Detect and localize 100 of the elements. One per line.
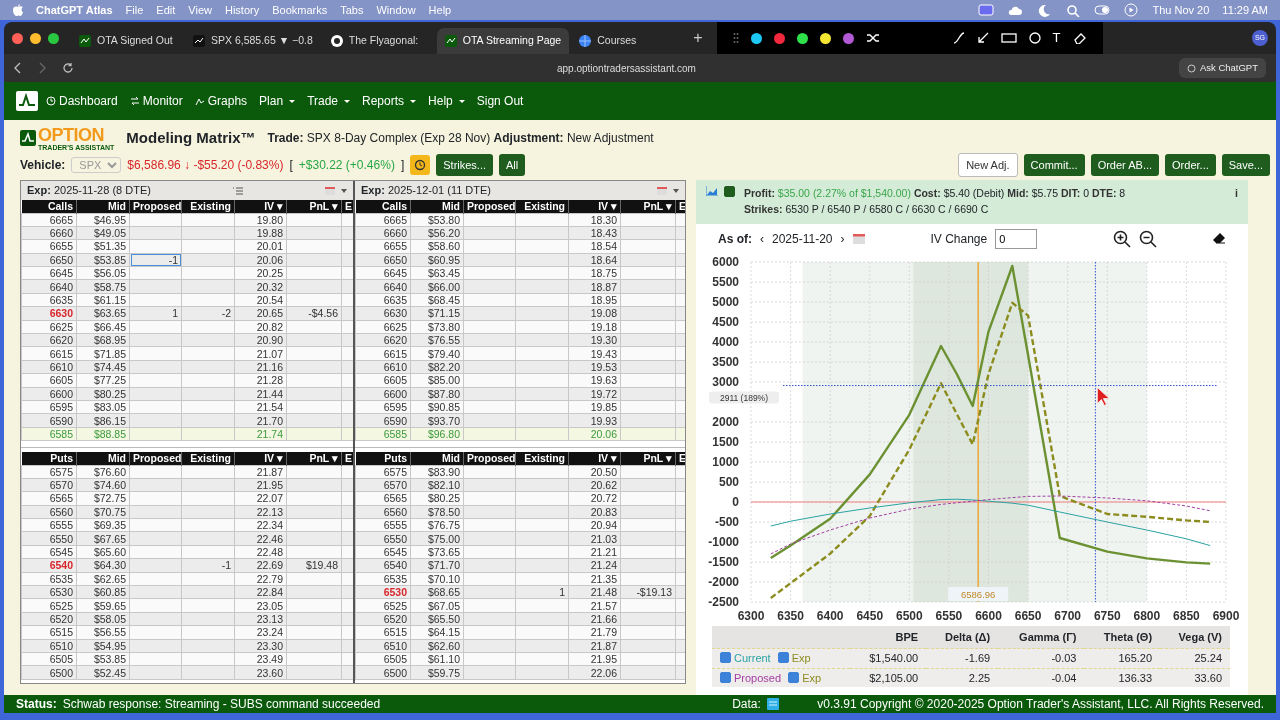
browser-tab[interactable]: The Flyagonal: [322, 28, 435, 54]
text-tool-button[interactable]: T [1052, 28, 1061, 48]
calendar-icon[interactable] [325, 186, 335, 195]
eraser-icon[interactable] [1212, 232, 1226, 245]
action-button[interactable]: New Adj. [958, 152, 1018, 178]
new-tab-button[interactable]: + [685, 26, 711, 50]
refresh-button[interactable] [410, 155, 431, 175]
table-cell[interactable] [463, 465, 516, 479]
checkbox[interactable] [724, 186, 735, 197]
ask-button[interactable]: Ask ChatGPT [1178, 57, 1266, 79]
column-header[interactable]: IV ▾ [568, 452, 621, 465]
column-header[interactable]: Mid [410, 200, 464, 213]
list-icon[interactable] [232, 186, 243, 195]
nav-link[interactable]: Dashboard [42, 89, 122, 113]
browser-tab[interactable]: OTA Streaming Page [436, 28, 570, 54]
nav-link[interactable]: Trade [303, 89, 355, 113]
column-header[interactable]: Mid [410, 452, 464, 465]
column-header[interactable]: PnL ▾ [620, 452, 676, 465]
action-button[interactable]: Commit... [1023, 153, 1085, 177]
column-header[interactable]: Existing [181, 452, 235, 465]
back-icon[interactable] [14, 62, 22, 74]
checkbox[interactable] [720, 671, 731, 683]
color-swatch[interactable] [773, 32, 785, 44]
zoom-out-icon[interactable] [1139, 229, 1158, 248]
column-header[interactable]: PnL ▾ [620, 200, 676, 213]
column-header[interactable]: IV ▾ [568, 200, 621, 213]
moon-icon[interactable] [1036, 3, 1053, 17]
checkbox[interactable] [788, 671, 800, 683]
nav-link[interactable]: Plan [255, 89, 300, 113]
toolbar-button[interactable]: Strikes... [436, 153, 494, 177]
window-control[interactable] [30, 32, 41, 44]
action-button[interactable]: Save... [1221, 153, 1270, 177]
column-header[interactable]: PnL ▾ [286, 452, 342, 465]
browser-tab[interactable]: SPX 6,585.65 ▼ −0.8 [185, 28, 321, 54]
column-header[interactable]: Mid [76, 200, 130, 213]
table-cell[interactable] [129, 213, 182, 227]
color-swatch[interactable] [750, 32, 762, 44]
column-header[interactable]: Calls [355, 200, 411, 213]
iv-change-field[interactable]: 0 [995, 228, 1038, 249]
line-icon[interactable] [952, 32, 965, 44]
zoom-in-icon[interactable] [1113, 229, 1132, 248]
column-header[interactable]: Proposed [129, 452, 182, 465]
toolbar-button[interactable]: All [499, 153, 526, 177]
nav-link[interactable]: Reports [358, 89, 421, 113]
column-header[interactable]: Proposed [129, 200, 182, 213]
column-header[interactable]: Existing [515, 452, 569, 465]
window-control[interactable] [48, 32, 59, 44]
color-swatch[interactable] [842, 32, 854, 44]
nav-link[interactable]: Help [424, 89, 469, 113]
table-cell[interactable] [181, 213, 235, 227]
color-swatch[interactable] [819, 32, 831, 44]
toggle-icon[interactable] [1094, 3, 1111, 17]
table-cell[interactable] [515, 213, 569, 227]
caret-icon[interactable] [673, 188, 679, 193]
window-control[interactable] [12, 32, 23, 44]
table-cell[interactable] [129, 465, 182, 479]
reload-icon[interactable] [62, 62, 74, 74]
table-cell[interactable] [515, 465, 569, 479]
arrow-icon[interactable] [976, 32, 989, 44]
play-icon[interactable] [1123, 3, 1140, 17]
nav-link[interactable]: Sign Out [472, 89, 528, 113]
color-swatch[interactable] [796, 32, 808, 44]
column-header[interactable]: Proposed [463, 200, 516, 213]
screen-icon[interactable] [978, 3, 995, 17]
column-header[interactable]: Mid [76, 452, 130, 465]
chart-icon[interactable] [706, 186, 718, 196]
circle-icon[interactable] [1028, 32, 1041, 44]
column-header[interactable]: IV ▾ [234, 200, 287, 213]
eraser-icon[interactable] [1072, 32, 1087, 44]
column-header[interactable]: Existing [515, 200, 569, 213]
action-button[interactable]: Order AB... [1090, 153, 1160, 177]
nav-link[interactable]: Graphs [190, 89, 252, 113]
column-header[interactable]: Existing [181, 200, 235, 213]
forward-icon[interactable] [38, 62, 46, 74]
calendar-icon[interactable] [657, 186, 667, 195]
nav-link[interactable]: Monitor [125, 89, 187, 113]
column-header[interactable]: Calls [21, 200, 77, 213]
shuffle-icon[interactable] [865, 32, 880, 44]
info-button[interactable]: i [1235, 186, 1238, 218]
next-date-button[interactable]: › [840, 229, 845, 248]
rectangle-icon[interactable] [1000, 32, 1017, 44]
app-logo-icon[interactable] [16, 91, 38, 111]
search-icon[interactable] [1065, 3, 1082, 17]
column-header[interactable]: PnL ▾ [286, 200, 342, 213]
browser-tab[interactable]: Courses [571, 28, 684, 54]
prev-date-button[interactable]: ‹ [760, 229, 764, 248]
address-bar[interactable]: app.optiontradersassistant.com [90, 60, 1163, 76]
action-button[interactable]: Order... [1165, 153, 1216, 177]
column-header[interactable]: Puts [21, 452, 77, 465]
calendar-icon[interactable] [852, 233, 865, 244]
column-header[interactable]: IV ▾ [234, 452, 287, 465]
checkbox[interactable] [777, 652, 789, 663]
table-cell[interactable] [181, 465, 235, 479]
table-cell[interactable] [463, 213, 516, 227]
column-header[interactable]: Proposed [463, 452, 516, 465]
checkbox[interactable] [720, 652, 731, 663]
column-header[interactable]: Puts [355, 452, 411, 465]
browser-tab[interactable]: OTA Signed Out [71, 28, 183, 54]
grip-icon [732, 32, 739, 44]
caret-icon[interactable] [341, 188, 347, 193]
